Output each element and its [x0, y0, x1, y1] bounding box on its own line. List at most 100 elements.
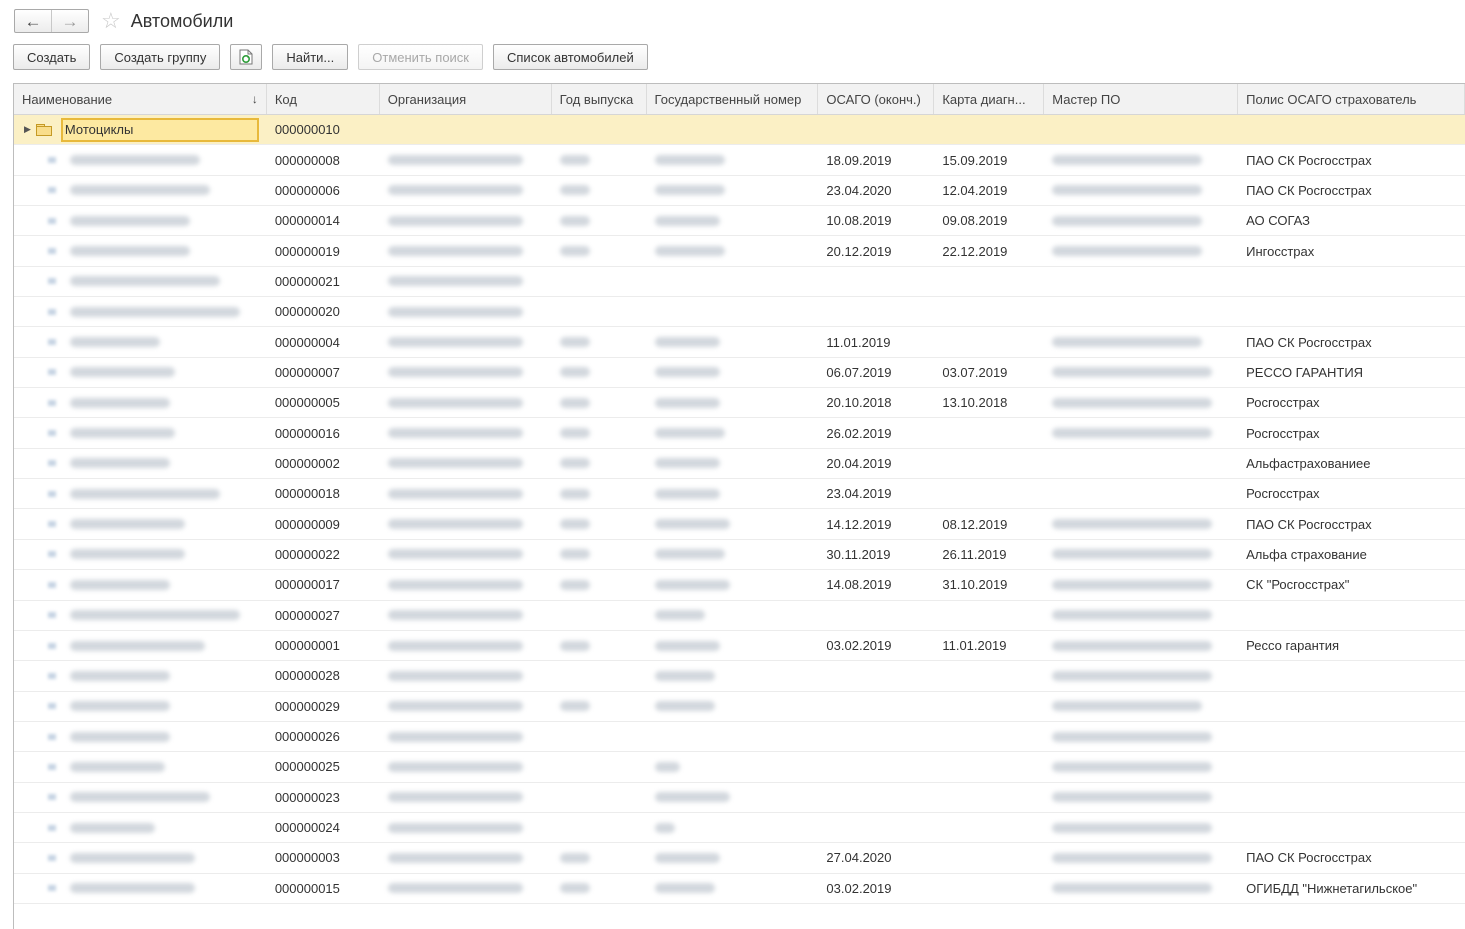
name-cell[interactable] — [14, 509, 267, 538]
column-header-master[interactable]: Мастер ПО — [1044, 84, 1239, 114]
name-cell[interactable] — [14, 631, 267, 660]
name-cell[interactable] — [14, 661, 267, 690]
expand-triangle-icon[interactable]: ▶ — [24, 124, 31, 135]
name-cell[interactable] — [14, 752, 267, 781]
name-cell[interactable] — [14, 297, 267, 326]
forward-arrow-icon[interactable]: → — [51, 10, 88, 32]
redacted-name — [70, 428, 175, 439]
redacted-organization — [387, 579, 523, 590]
code-cell: 000000016 — [274, 425, 340, 441]
name-cell[interactable] — [14, 601, 267, 630]
name-cell[interactable] — [14, 540, 267, 569]
policy-cell: СК "Росгосстрах" — [1246, 577, 1350, 593]
group-row[interactable]: ▶ Мотоциклы 000000010 — [14, 115, 1465, 146]
column-header-osago-policy[interactable]: Полис ОСАГО страхователь — [1238, 84, 1465, 114]
name-cell[interactable] — [14, 813, 267, 842]
table-row[interactable]: 000000003 27.04.2020 ПАО СК Росгосстрах — [14, 843, 1465, 874]
name-cell[interactable] — [14, 449, 267, 478]
table-row[interactable]: 000000016 26.02.2019 Росгосстрах — [14, 418, 1465, 449]
name-cell[interactable] — [14, 692, 267, 721]
table-row[interactable]: 000000021 — [14, 267, 1465, 298]
name-cell[interactable] — [14, 176, 267, 205]
table-row[interactable]: 000000028 — [14, 661, 1465, 692]
table-row[interactable]: 000000015 03.02.2019 ОГИБДД "Нижнетагильск… — [14, 874, 1465, 904]
refresh-doc-button[interactable] — [230, 44, 263, 70]
table-row[interactable]: 000000019 20.12.2019 22.12.2019 Ингосстрах — [14, 236, 1465, 267]
table-row[interactable]: 000000020 — [14, 297, 1465, 328]
name-cell[interactable] — [14, 418, 267, 447]
table-row[interactable]: 000000027 — [14, 601, 1465, 631]
policy-cell — [1238, 813, 1465, 842]
column-header-year[interactable]: Год выпуска — [552, 84, 647, 114]
plate-cell — [647, 752, 819, 781]
cancel-search-button[interactable]: Отменить поиск — [358, 44, 483, 70]
year-cell — [552, 206, 647, 235]
create-group-button[interactable]: Создать группу — [100, 44, 221, 70]
plate-cell — [647, 722, 819, 751]
redacted-master — [1052, 610, 1213, 621]
group-name-cell[interactable]: ▶ Мотоциклы — [14, 115, 267, 144]
find-button[interactable]: Найти... — [272, 44, 349, 70]
table-row[interactable]: 000000001 03.02.2019 11.01.2019 Рессо гаран… — [14, 631, 1465, 662]
redacted-name — [70, 670, 170, 681]
name-cell[interactable] — [14, 843, 267, 872]
column-header-organization[interactable]: Организация — [380, 84, 552, 114]
column-header-osago-end[interactable]: ОСАГО (оконч.) — [818, 84, 935, 114]
name-cell[interactable] — [14, 570, 267, 599]
name-cell[interactable] — [14, 267, 267, 296]
column-header-code[interactable]: Код — [267, 84, 380, 114]
code-cell: 000000006 — [274, 182, 340, 198]
table-row[interactable]: 000000008 18.09.2019 15.09.2019 ПАО СК Росг… — [14, 145, 1465, 176]
name-cell[interactable] — [14, 145, 267, 174]
table-row[interactable]: 000000002 20.04.2019 Альфастрахованиее — [14, 449, 1465, 480]
column-header-diag-card[interactable]: Карта диагн... — [934, 84, 1045, 114]
name-cell[interactable] — [14, 358, 267, 387]
plate-cell — [647, 540, 819, 569]
name-cell[interactable] — [14, 388, 267, 417]
name-cell[interactable] — [14, 874, 267, 903]
diag-card-cell — [934, 722, 1044, 751]
table-row[interactable]: 000000006 23.04.2020 12.04.2019 ПАО СК Росг… — [14, 176, 1465, 207]
code-cell: 000000021 — [274, 273, 340, 289]
table-row[interactable]: 000000029 — [14, 692, 1465, 722]
table-row[interactable]: 000000017 14.08.2019 31.10.2019 СК "Росгосс… — [14, 570, 1465, 601]
code-cell: 000000019 — [274, 243, 340, 259]
table-row[interactable]: 000000009 14.12.2019 08.12.2019 ПАО СК Росг… — [14, 509, 1465, 540]
star-icon[interactable]: ☆ — [101, 10, 121, 32]
table-row[interactable]: 000000026 — [14, 722, 1465, 753]
table-row[interactable]: 000000014 10.08.2019 09.08.2019 АО СОГАЗ — [14, 206, 1465, 237]
redacted-organization — [387, 367, 523, 378]
organization-cell — [380, 540, 552, 569]
organization-cell — [380, 358, 552, 387]
policy-cell: АО СОГАЗ — [1246, 213, 1310, 229]
back-arrow-icon[interactable]: ← — [15, 10, 51, 32]
code-cell: 000000014 — [274, 213, 340, 229]
table-row[interactable]: 000000025 — [14, 752, 1465, 783]
year-cell — [552, 570, 647, 599]
table-row[interactable]: 000000004 11.01.2019 ПАО СК Росгосстрах — [14, 327, 1465, 358]
column-header-plate-number[interactable]: Государственный номер — [647, 84, 819, 114]
create-button[interactable]: Создать — [13, 44, 91, 70]
osago-end-cell — [818, 601, 934, 630]
name-cell[interactable] — [14, 236, 267, 265]
name-cell[interactable] — [14, 327, 267, 356]
item-icon — [48, 187, 56, 194]
policy-cell: ПАО СК Росгосстрах — [1246, 182, 1372, 198]
table-row[interactable]: 000000007 06.07.2019 03.07.2019 РЕССО ГАРАН… — [14, 358, 1465, 389]
car-list-button[interactable]: Список автомобилей — [493, 44, 648, 70]
redacted-year — [559, 519, 590, 530]
name-cell[interactable] — [14, 479, 267, 508]
table-row[interactable]: 000000005 20.10.2018 13.10.2018 Росгосстрах — [14, 388, 1465, 419]
table-row[interactable]: 000000023 — [14, 783, 1465, 813]
redacted-name — [70, 337, 160, 348]
table-row[interactable]: 000000024 — [14, 813, 1465, 844]
name-cell[interactable] — [14, 722, 267, 751]
name-cell[interactable] — [14, 206, 267, 235]
redacted-plate — [654, 428, 725, 439]
table-row[interactable]: 000000018 23.04.2019 Росгосстрах — [14, 479, 1465, 510]
table-row[interactable]: 000000022 30.11.2019 26.11.2019 Альфа страх… — [14, 540, 1465, 571]
name-cell[interactable] — [14, 783, 267, 812]
column-header-name[interactable]: Наименование ↓ — [14, 84, 267, 114]
plate-cell — [647, 176, 819, 205]
selected-cell[interactable]: Мотоциклы — [60, 117, 259, 142]
